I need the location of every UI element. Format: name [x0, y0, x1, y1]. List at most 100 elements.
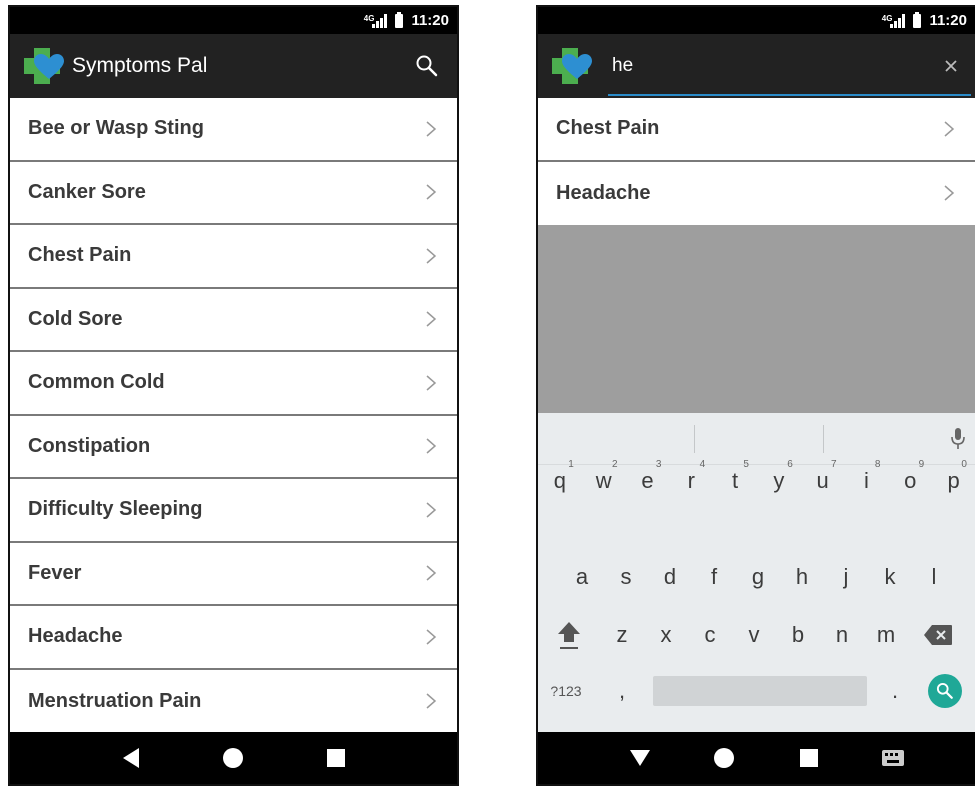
list-item-label: Canker Sore: [28, 180, 146, 203]
key-o[interactable]: o9: [888, 453, 932, 509]
list-item[interactable]: Chest Pain: [10, 225, 457, 289]
key-h[interactable]: h: [780, 549, 824, 605]
key-y[interactable]: y6: [757, 453, 801, 509]
back-icon[interactable]: [111, 738, 151, 778]
phone-screen-search: 4G 11:20 Chest Pain Headache q1 w2 e3: [536, 5, 975, 786]
recents-icon[interactable]: [316, 738, 356, 778]
list-item[interactable]: Fever: [10, 542, 457, 606]
symptom-list: Bee or Wasp Sting Canker Sore Chest Pain…: [10, 98, 457, 733]
close-icon[interactable]: [941, 56, 961, 76]
chevron-right-icon: [426, 565, 437, 581]
key-k[interactable]: k: [868, 549, 912, 605]
search-icon[interactable]: [403, 42, 451, 90]
list-item-label: Fever: [28, 561, 82, 584]
key-j[interactable]: j: [824, 549, 868, 605]
key-m[interactable]: m: [864, 607, 908, 663]
search-results: Chest Pain Headache: [538, 98, 975, 225]
status-bar: 4G 11:20: [10, 7, 457, 34]
key-g[interactable]: g: [736, 549, 780, 605]
period-key[interactable]: .: [870, 663, 920, 719]
nav-bar: [538, 732, 975, 784]
key-c[interactable]: c: [688, 607, 732, 663]
list-item[interactable]: Chest Pain: [538, 98, 975, 162]
app-title: Symptoms Pal: [72, 54, 208, 77]
key-w[interactable]: w2: [582, 453, 626, 509]
list-item-label: Menstruation Pain: [28, 689, 202, 712]
home-icon[interactable]: [704, 738, 744, 778]
key-v[interactable]: v: [732, 607, 776, 663]
soft-keyboard: q1 w2 e3 r4 t5 y6 u7 i8 o9 p0 a s d f g …: [538, 413, 975, 736]
chevron-right-icon: [944, 121, 955, 137]
recents-icon[interactable]: [789, 738, 829, 778]
chevron-right-icon: [426, 438, 437, 454]
battery-icon: [913, 11, 922, 28]
chevron-right-icon: [426, 693, 437, 709]
chevron-right-icon: [426, 502, 437, 518]
list-item[interactable]: Bee or Wasp Sting: [10, 98, 457, 162]
list-item-label: Headache: [28, 625, 123, 648]
status-time: 11:20: [929, 12, 967, 29]
key-n[interactable]: n: [820, 607, 864, 663]
key-row-4: ?123 , .: [538, 663, 975, 719]
key-r[interactable]: r4: [669, 453, 713, 509]
signal-icon: 4G: [882, 13, 906, 28]
key-row-3: z x c v b n m: [538, 607, 975, 663]
dimmed-background[interactable]: [538, 225, 975, 413]
mic-icon[interactable]: [949, 427, 967, 451]
list-item[interactable]: Headache: [10, 606, 457, 670]
list-item-label: Headache: [556, 181, 651, 204]
key-d[interactable]: d: [648, 549, 692, 605]
back-icon[interactable]: [620, 738, 660, 778]
list-item-label: Constipation: [28, 434, 151, 457]
key-f[interactable]: f: [692, 549, 736, 605]
chevron-right-icon: [426, 375, 437, 391]
shift-icon[interactable]: [538, 607, 600, 663]
chevron-right-icon: [426, 248, 437, 264]
battery-icon: [395, 11, 404, 28]
space-bar[interactable]: [650, 663, 870, 719]
list-item-label: Bee or Wasp Sting: [28, 117, 204, 140]
list-item[interactable]: Constipation: [10, 415, 457, 479]
list-item[interactable]: Cold Sore: [10, 288, 457, 352]
list-item-label: Chest Pain: [556, 117, 660, 140]
key-x[interactable]: x: [644, 607, 688, 663]
list-item-label: Common Cold: [28, 371, 165, 394]
search-input[interactable]: [608, 42, 971, 90]
key-row-2: a s d f g h j k l: [538, 549, 975, 605]
chevron-right-icon: [426, 184, 437, 200]
key-s[interactable]: s: [604, 549, 648, 605]
search-underline: [608, 94, 971, 96]
phone-screen-list: 4G 11:20 Symptoms Pal Bee or Wasp Sting …: [8, 5, 459, 786]
home-icon[interactable]: [213, 738, 253, 778]
key-q[interactable]: q1: [538, 453, 582, 509]
key-row-1: q1 w2 e3 r4 t5 y6 u7 i8 o9 p0: [538, 453, 975, 509]
key-i[interactable]: i8: [845, 453, 889, 509]
list-item[interactable]: Menstruation Pain: [10, 669, 457, 733]
list-item[interactable]: Headache: [538, 161, 975, 225]
list-item[interactable]: Difficulty Sleeping: [10, 479, 457, 543]
symbols-key[interactable]: ?123: [538, 663, 594, 719]
key-b[interactable]: b: [776, 607, 820, 663]
signal-icon: 4G: [364, 13, 388, 28]
list-item-label: Chest Pain: [28, 244, 132, 267]
chevron-right-icon: [426, 311, 437, 327]
key-a[interactable]: a: [560, 549, 604, 605]
app-logo-icon: [550, 46, 594, 86]
key-p[interactable]: p0: [932, 453, 975, 509]
key-t[interactable]: t5: [713, 453, 757, 509]
key-e[interactable]: e3: [626, 453, 670, 509]
search-key[interactable]: [920, 663, 970, 719]
key-z[interactable]: z: [600, 607, 644, 663]
chevron-right-icon: [426, 121, 437, 137]
list-item[interactable]: Common Cold: [10, 352, 457, 416]
app-bar: Symptoms Pal: [10, 34, 457, 98]
search-field: [608, 42, 971, 96]
key-u[interactable]: u7: [801, 453, 845, 509]
status-bar: 4G 11:20: [538, 7, 975, 34]
backspace-icon[interactable]: [908, 607, 968, 663]
keyboard-icon[interactable]: [873, 738, 913, 778]
search-icon: [928, 674, 962, 708]
list-item[interactable]: Canker Sore: [10, 161, 457, 225]
key-l[interactable]: l: [912, 549, 956, 605]
comma-key[interactable]: ,: [594, 663, 650, 719]
